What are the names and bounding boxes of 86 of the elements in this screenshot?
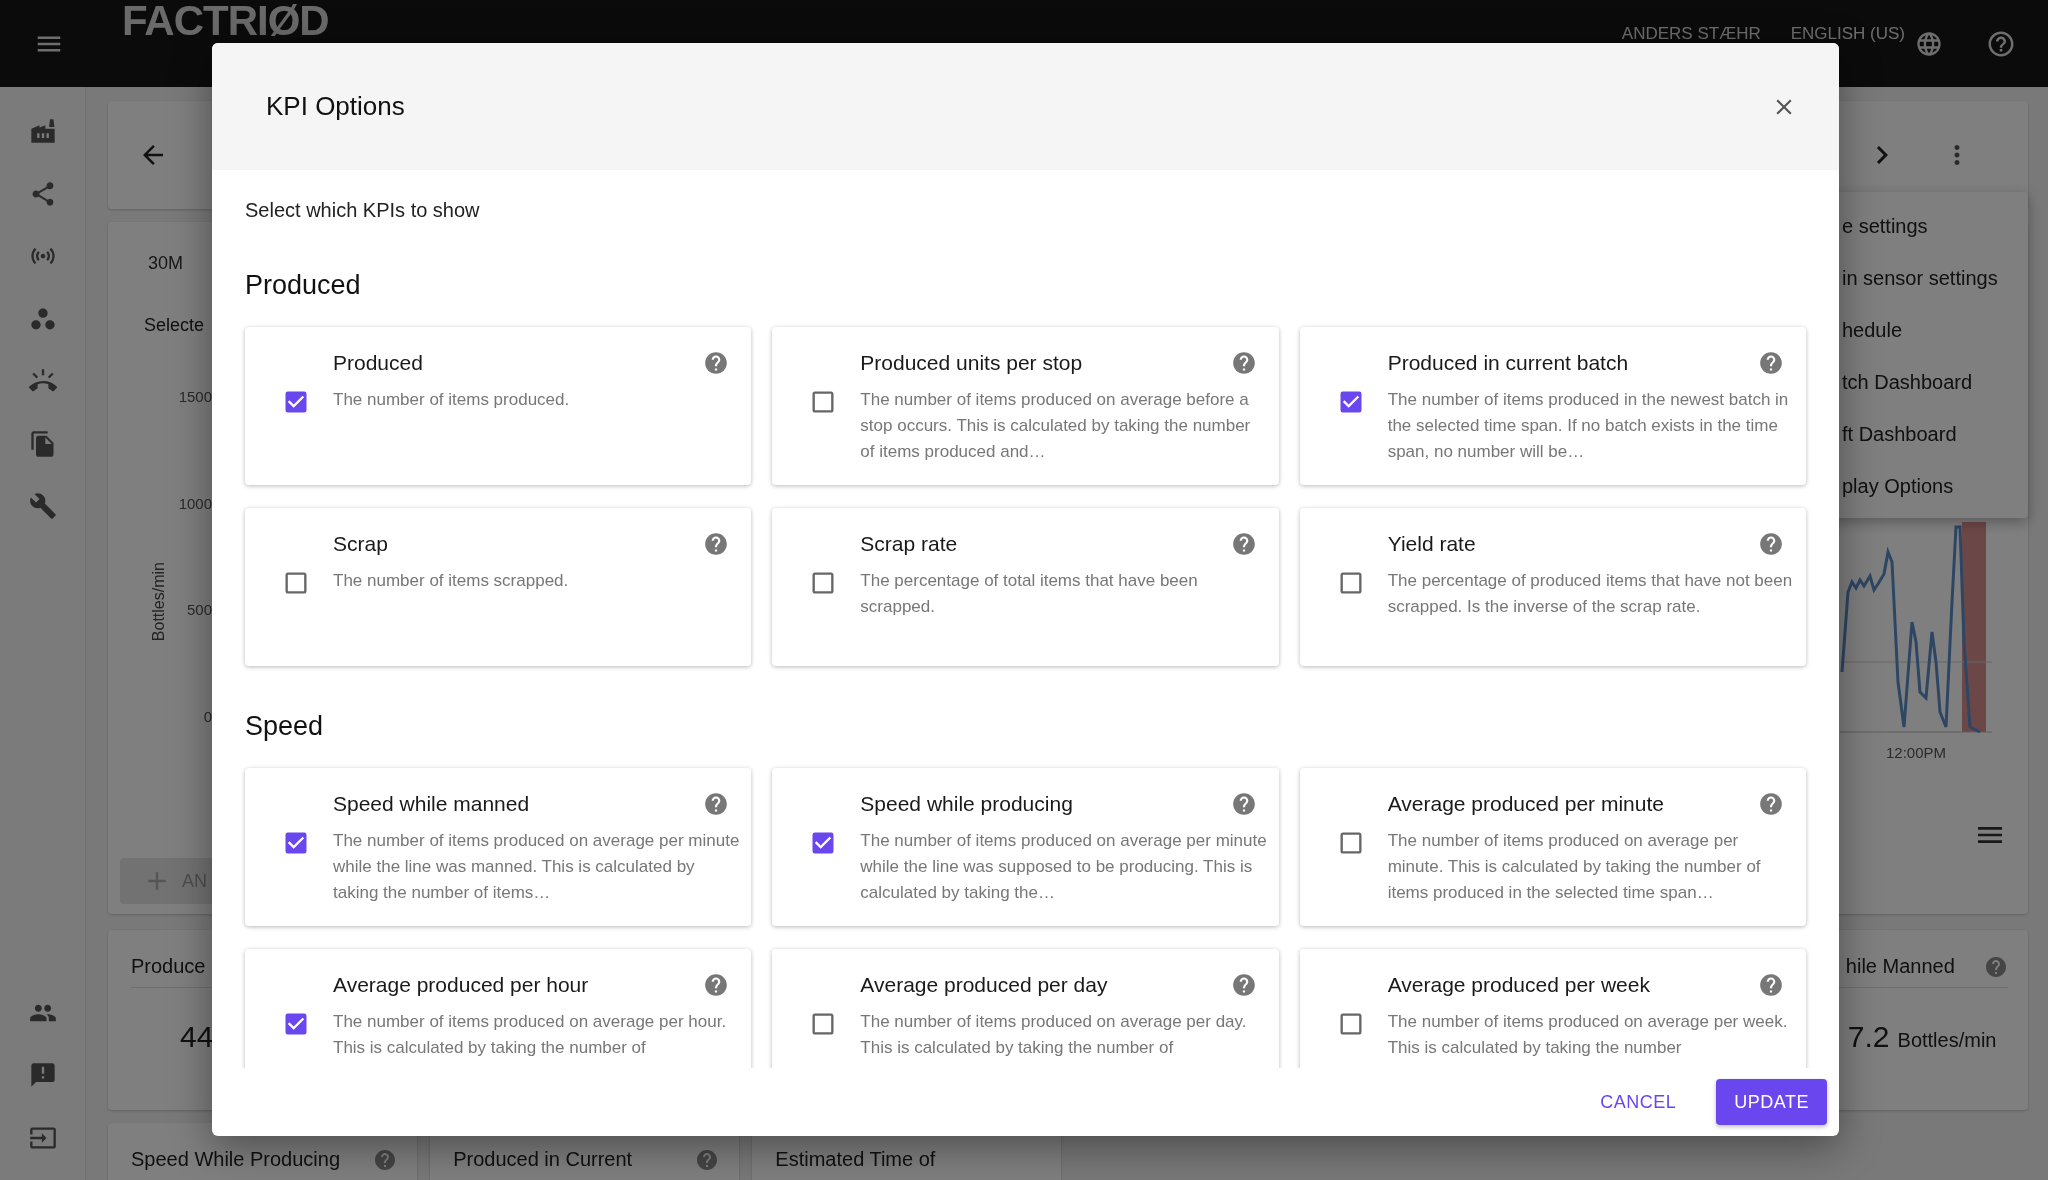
help-icon[interactable] — [1758, 791, 1784, 817]
menu-item[interactable]: e settings — [1842, 200, 2028, 252]
option-card[interactable]: Average produced per hour The number of items produced on average per hour. This is calculated by taking the number of — [245, 949, 752, 1068]
help-icon[interactable] — [703, 350, 730, 376]
help-icon[interactable] — [703, 531, 730, 557]
option-description: The number of items produced. — [333, 389, 571, 411]
dialog-title: KPI Options — [266, 91, 405, 122]
option-title: Speed while producing — [860, 791, 1073, 817]
option-title: Speed while manned — [333, 791, 530, 817]
option-title: Scrap — [333, 531, 388, 557]
option-description: The number of items produced on average per minute. This is calculated by taking the number of items produced in the selected time span… — [1387, 830, 1762, 904]
option-description: The number of items produced on average per week. This is calculated by taking the number — [1387, 1011, 1789, 1059]
kpi-title: Estimated Time of — [775, 1148, 936, 1171]
dialog-intro: Select which KPIs to show — [245, 199, 480, 222]
kpi-value: 44 — [180, 1020, 214, 1054]
user-name: ANDERS STÆHR — [1621, 24, 1761, 44]
option-card[interactable]: Scrap The number of items scrapped. — [245, 508, 752, 666]
axis-tick: 12:00PM — [1886, 744, 1947, 761]
option-card[interactable]: Produced The number of items produced. — [245, 327, 752, 485]
section-heading: Speed — [245, 711, 324, 742]
section-heading: Produced — [245, 270, 361, 301]
option-title: Average produced per day — [860, 972, 1108, 998]
option-description: The number of items produced on average per minute while the line was supposed to be producing. This is calculated by taking the… — [860, 830, 1267, 904]
option-description: The number of items scrapped. — [333, 570, 570, 592]
option-card[interactable]: Average produced per day The number of items produced on average per day. This is calculated by taking the number of — [772, 949, 1279, 1068]
logo: FACTRIØD — [122, 0, 329, 42]
option-title: Yield rate — [1387, 531, 1476, 557]
range-tab[interactable]: 30M — [148, 253, 183, 274]
option-description: The number of items produced on average per hour. This is calculated by taking the number of — [333, 1011, 728, 1059]
axis-tick: 1500 — [178, 388, 212, 405]
help-icon[interactable] — [1230, 531, 1257, 557]
kpi-title: hile Manned — [1845, 955, 1955, 978]
menu-item[interactable]: tch Dashboard — [1842, 356, 2028, 408]
option-title: Produced units per stop — [860, 350, 1083, 376]
option-card[interactable]: Yield rate The percentage of produced items that have not been scrapped. Is the inverse of the scrap rate. — [1299, 508, 1806, 666]
option-card[interactable]: Scrap rate The percentage of total items that have been scrapped. — [772, 508, 1279, 666]
help-icon[interactable] — [1758, 350, 1784, 376]
wrench-icon[interactable] — [28, 492, 57, 521]
kpi-title: Produce — [131, 955, 206, 978]
option-title: Scrap rate — [860, 531, 958, 557]
option-card[interactable]: Produced units per stop The number of items produced on average before a stop occurs. This is calculated by taking the number of items produced and… — [772, 327, 1279, 485]
help-icon[interactable] — [373, 1147, 398, 1172]
option-description: The number of items produced in the newest batch in the selected time span. If no batch exists in the time span, no number will be… — [1387, 389, 1790, 463]
documents-icon[interactable] — [28, 429, 57, 458]
cancel-button[interactable]: CANCEL — [1582, 1079, 1695, 1125]
option-description: The number of items produced on average per minute while the line was manned. This is calculated by taking the number of items… — [333, 830, 740, 904]
language-selector[interactable]: ENGLISH (US) — [1790, 24, 1905, 44]
menu-item[interactable]: play Options — [1842, 460, 2028, 512]
kpi-title: Produced in Current — [453, 1148, 633, 1171]
help-icon[interactable] — [703, 972, 730, 998]
option-card[interactable]: Produced in current batch The number of items produced in the newest batch in the selected time span. If no batch exists in the time span, no number will be… — [1299, 327, 1806, 485]
globe-icon[interactable] — [1915, 29, 1943, 58]
kpi-value: 7.2 — [1847, 1020, 1890, 1054]
option-description: The percentage of produced items that have not been scrapped. Is the inverse of the scrap rate. — [1387, 570, 1794, 618]
menu-item[interactable]: ft Dashboard — [1842, 408, 2028, 460]
help-icon[interactable] — [1230, 350, 1257, 376]
update-button[interactable]: UPDATE — [1716, 1079, 1827, 1125]
option-title: Average produced per hour — [333, 972, 589, 998]
help-icon[interactable] — [1984, 954, 2008, 979]
axis-tick: 500 — [186, 601, 212, 619]
selection-label: Selecte — [144, 315, 205, 336]
axis-tick: 1000 — [178, 494, 212, 512]
option-card[interactable]: Average produced per week The number of items produced on average per week. This is calculated by taking the number — [1299, 949, 1806, 1068]
help-icon[interactable] — [1230, 791, 1257, 817]
option-title: Average produced per minute — [1387, 791, 1664, 817]
kpi-title: Speed While Producing — [131, 1148, 340, 1171]
kpi-unit: Bottles/min — [1897, 1029, 1997, 1052]
menu-item[interactable]: in sensor settings — [1842, 252, 2028, 304]
help-icon[interactable] — [1230, 972, 1257, 998]
option-card[interactable]: Average produced per minute The number of items produced on average per minute. This is calculated by taking the number of items produced in the selected time span… — [1299, 768, 1806, 926]
option-title: Average produced per week — [1387, 972, 1650, 998]
option-description: The number of items produced on average per day. This is calculated by taking the number of — [860, 1011, 1248, 1059]
option-description: The percentage of total items that have been scrapped. — [860, 570, 1199, 618]
help-icon[interactable] — [703, 791, 730, 817]
factory-icon[interactable] — [28, 117, 57, 146]
menu-item[interactable]: hedule — [1842, 304, 2028, 356]
option-card[interactable]: Speed while producing The number of items produced on average per minute while the line was supposed to be producing. This is calculated by taking the… — [772, 768, 1279, 926]
option-title: Produced in current batch — [1387, 350, 1629, 376]
help-icon[interactable] — [1758, 972, 1784, 998]
option-card[interactable]: Speed while manned The number of items produced on average per minute while the line was manned. This is calculated by taking the number of items… — [245, 768, 752, 926]
option-title: Produced — [333, 350, 423, 376]
axis-tick: 0 — [203, 708, 212, 726]
option-description: The number of items produced on average before a stop occurs. This is calculated by taking the number of items produced and… — [860, 389, 1252, 463]
axis-title: Bottles/min — [150, 561, 168, 642]
help-icon[interactable] — [1758, 531, 1784, 557]
help-icon[interactable] — [695, 1147, 720, 1172]
